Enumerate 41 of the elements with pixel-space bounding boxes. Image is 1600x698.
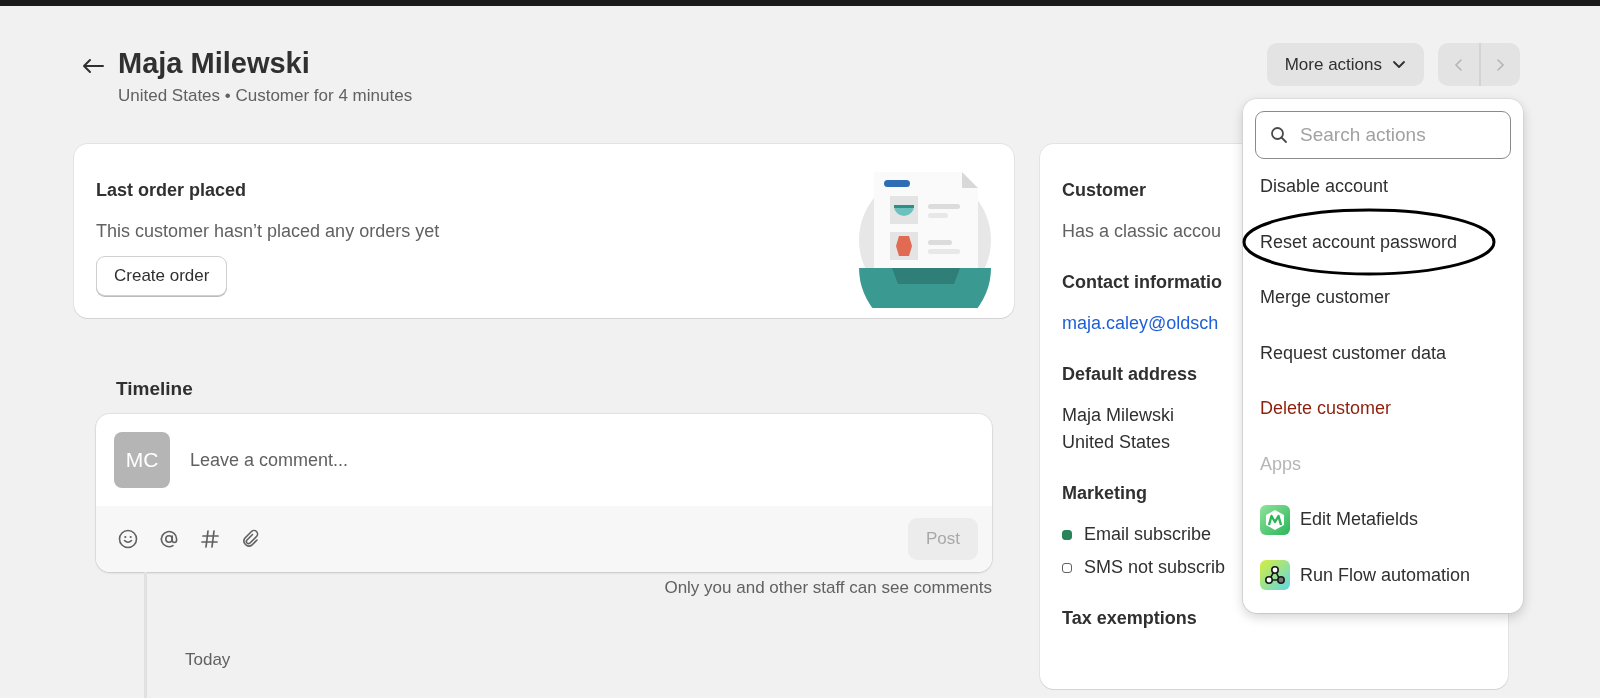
menu-item[interactable]: Disable account [1260,176,1389,198]
user-avatar: MC [114,432,170,488]
attachment-icon[interactable] [241,529,261,549]
account-type-text: Has a classic accou [1062,221,1222,242]
menu-item[interactable]: Run Flow automation [1300,564,1471,586]
search-actions-field[interactable]: Search actions [1255,111,1511,159]
menu-item[interactable]: Delete customer [1260,398,1392,420]
chevron-left-icon [1454,57,1463,72]
visibility-note: Only you and other staff can see comments [663,578,992,598]
timeline-heading: Timeline [115,378,194,400]
back-arrow-icon[interactable] [82,58,104,74]
empty-orders-text: This customer hasn’t placed any orders yet [96,221,440,242]
menu-item[interactable]: Request customer data [1260,342,1447,364]
comment-field[interactable]: Leave a comment... [188,448,974,472]
card-title: Last order placed [96,180,247,201]
section-title: Marketing [1062,483,1148,504]
emoji-icon[interactable] [118,529,138,549]
menu-section-label: Apps [1260,453,1302,475]
search-icon [1270,126,1288,144]
section-title: Default address [1062,364,1198,385]
app-icon [1260,504,1290,535]
customer-subtitle: United States • Customer for 4 minutes [118,86,413,106]
email-link[interactable]: maja.caley@oldsch [1062,313,1219,334]
mention-icon[interactable] [159,529,179,549]
timeline-date: Today [185,650,232,670]
address-line: Maja Milewski [1062,405,1175,426]
chevron-right-icon [1496,57,1505,72]
menu-item[interactable]: Merge customer [1260,287,1391,309]
hashtag-icon[interactable] [200,529,220,549]
app-icon [1260,560,1290,591]
menu-item[interactable]: Edit Metafields [1300,509,1419,531]
section-title: Contact informatio [1062,272,1222,293]
subscription-label: Email subscribe [1084,524,1212,545]
section-title: Tax exemptions [1062,608,1197,629]
subscription-label: SMS not subscrib [1084,557,1226,578]
more-actions-button[interactable]: More actions [1266,43,1424,86]
create-order-button[interactable]: Create order [96,256,228,296]
address-line: United States [1062,432,1172,453]
chevron-down-icon [1392,60,1406,69]
section-title: Customer [1062,180,1146,201]
customer-name: Maja Milewski [118,46,311,81]
